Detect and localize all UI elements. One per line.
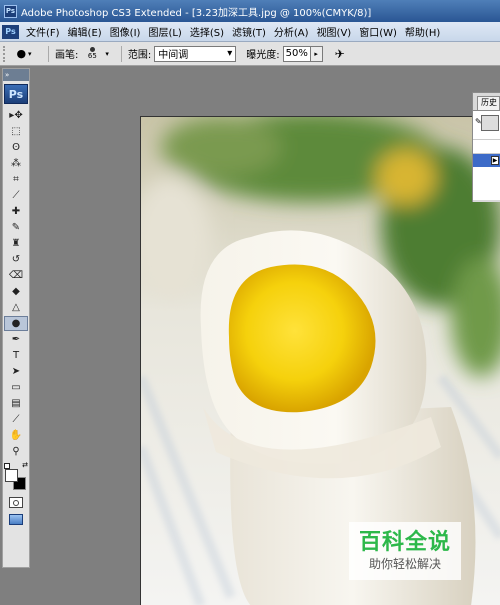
watermark-logo: 百科全说 助你轻松解决	[349, 522, 461, 580]
pen-tool-icon[interactable]: ✒	[4, 332, 28, 347]
menu-view[interactable]: 视图(V)	[313, 24, 356, 39]
exposure-label: 曝光度:	[246, 50, 280, 61]
menu-window[interactable]: 窗口(W)	[355, 24, 401, 39]
toolbox-header[interactable]: »	[3, 69, 29, 81]
magic-wand-tool-icon[interactable]: ⁂	[4, 156, 28, 171]
shape-tool-icon[interactable]: ▭	[4, 380, 28, 395]
ps-toolbox-logo-icon[interactable]: Ps	[4, 84, 28, 104]
menu-select[interactable]: 选择(S)	[186, 24, 228, 39]
menu-image[interactable]: 图像(I)	[106, 24, 145, 39]
divider	[120, 45, 122, 62]
options-bar: ● ▾ 画笔: 65 ▾ 范围: 中间调 ▾ 曝光度: 50% ▸ ✈	[0, 42, 500, 66]
history-panel: 历史 ✎ ▶	[472, 92, 500, 202]
menu-analysis[interactable]: 分析(A)	[270, 24, 313, 39]
options-bar-grip[interactable]	[3, 45, 7, 62]
menu-edit[interactable]: 编辑(E)	[64, 24, 106, 39]
brush-label: 画笔:	[55, 50, 79, 61]
watermark-title: 百科全说	[358, 530, 451, 555]
history-panel-tab[interactable]: 历史	[477, 96, 500, 110]
screen-mode-icon[interactable]	[9, 514, 23, 525]
brush-size: 65	[87, 52, 97, 60]
watermark-subtitle: 助你轻松解决	[368, 557, 441, 571]
toolbox: » Ps ▸✥ ⬚ ʘ ⁂ ⌗ ⟋ ✚ ✎ ♜ ↺ ⌫ ◆ △ ● ✒ T ➤ ▭ ▤ ⟋ ✋ ⚲ ⇄	[2, 68, 30, 568]
menu-help[interactable]: 帮助(H)	[401, 24, 444, 39]
brush-dropdown-arrow-icon[interactable]: ▾	[105, 50, 109, 58]
color-swatches: ⇄	[4, 461, 28, 493]
range-label: 范围:	[127, 50, 152, 61]
marquee-tool-icon[interactable]: ⬚	[4, 124, 28, 139]
chevron-down-icon: ▾	[227, 48, 233, 59]
history-state-row[interactable]	[473, 139, 500, 153]
title-bar: Ps Adobe Photoshop CS3 Extended - [3.23加…	[0, 0, 500, 22]
photoshop-app-icon: Ps	[4, 4, 17, 18]
exposure-slider-arrow-icon[interactable]: ▸	[310, 45, 323, 62]
burn-tool-icon: ●	[16, 47, 27, 60]
menu-layer[interactable]: 图层(L)	[144, 24, 185, 39]
slice-tool-icon[interactable]: ⟋	[4, 188, 28, 203]
dodge-burn-tool-icon[interactable]: ●	[4, 316, 28, 331]
menu-filter[interactable]: 滤镜(T)	[228, 24, 270, 39]
crop-tool-icon[interactable]: ⌗	[4, 172, 28, 187]
ps-menu-logo-icon[interactable]: Ps	[2, 24, 19, 39]
history-state-icon: ▶	[491, 156, 499, 165]
type-tool-icon[interactable]: T	[4, 348, 28, 363]
clone-stamp-tool-icon[interactable]: ♜	[4, 236, 28, 251]
history-snapshot-thumbnail[interactable]	[481, 115, 499, 131]
hand-tool-icon[interactable]: ✋	[4, 428, 28, 443]
tool-preset-picker[interactable]: ● ▾	[12, 45, 42, 63]
path-selection-tool-icon[interactable]: ➤	[4, 364, 28, 379]
divider	[48, 45, 49, 62]
brush-tool-icon[interactable]: ✎	[4, 220, 28, 235]
history-panel-body: ✎ ▶	[473, 110, 500, 200]
quick-mask-icon[interactable]	[9, 497, 23, 508]
healing-brush-tool-icon[interactable]: ✚	[4, 204, 28, 219]
history-brush-tool-icon[interactable]: ↺	[4, 252, 28, 267]
chevron-down-icon: ▾	[28, 49, 32, 58]
range-select[interactable]: 中间调 ▾	[154, 45, 237, 62]
foreground-color-swatch[interactable]	[5, 469, 18, 482]
swap-colors-icon[interactable]: ⇄	[22, 461, 28, 469]
tool-list: ▸✥ ⬚ ʘ ⁂ ⌗ ⟋ ✚ ✎ ♜ ↺ ⌫ ◆ △ ● ✒ T ➤ ▭ ▤ ⟋ ✋ ⚲	[3, 108, 29, 459]
eraser-tool-icon[interactable]: ⌫	[4, 268, 28, 283]
eyedropper-tool-icon[interactable]: ⟋	[4, 412, 28, 427]
zoom-tool-icon[interactable]: ⚲	[4, 444, 28, 459]
window-title: Adobe Photoshop CS3 Extended - [3.23加深工具…	[21, 7, 372, 19]
paint-bucket-tool-icon[interactable]: ◆	[4, 284, 28, 299]
exposure-input[interactable]: 50%	[282, 45, 311, 62]
brush-picker[interactable]: 65	[81, 45, 103, 63]
blur-tool-icon[interactable]: △	[4, 300, 28, 315]
range-select-value: 中间调	[158, 50, 189, 61]
history-state-row-selected[interactable]: ▶	[473, 153, 500, 167]
airbrush-toggle-icon[interactable]: ✈	[335, 47, 345, 61]
lasso-tool-icon[interactable]: ʘ	[4, 140, 28, 155]
move-tool-icon[interactable]: ▸✥	[4, 108, 28, 123]
menu-bar: Ps 文件(F) 编辑(E) 图像(I) 图层(L) 选择(S) 滤镜(T) 分…	[0, 22, 500, 42]
menu-file[interactable]: 文件(F)	[22, 24, 64, 39]
notes-tool-icon[interactable]: ▤	[4, 396, 28, 411]
